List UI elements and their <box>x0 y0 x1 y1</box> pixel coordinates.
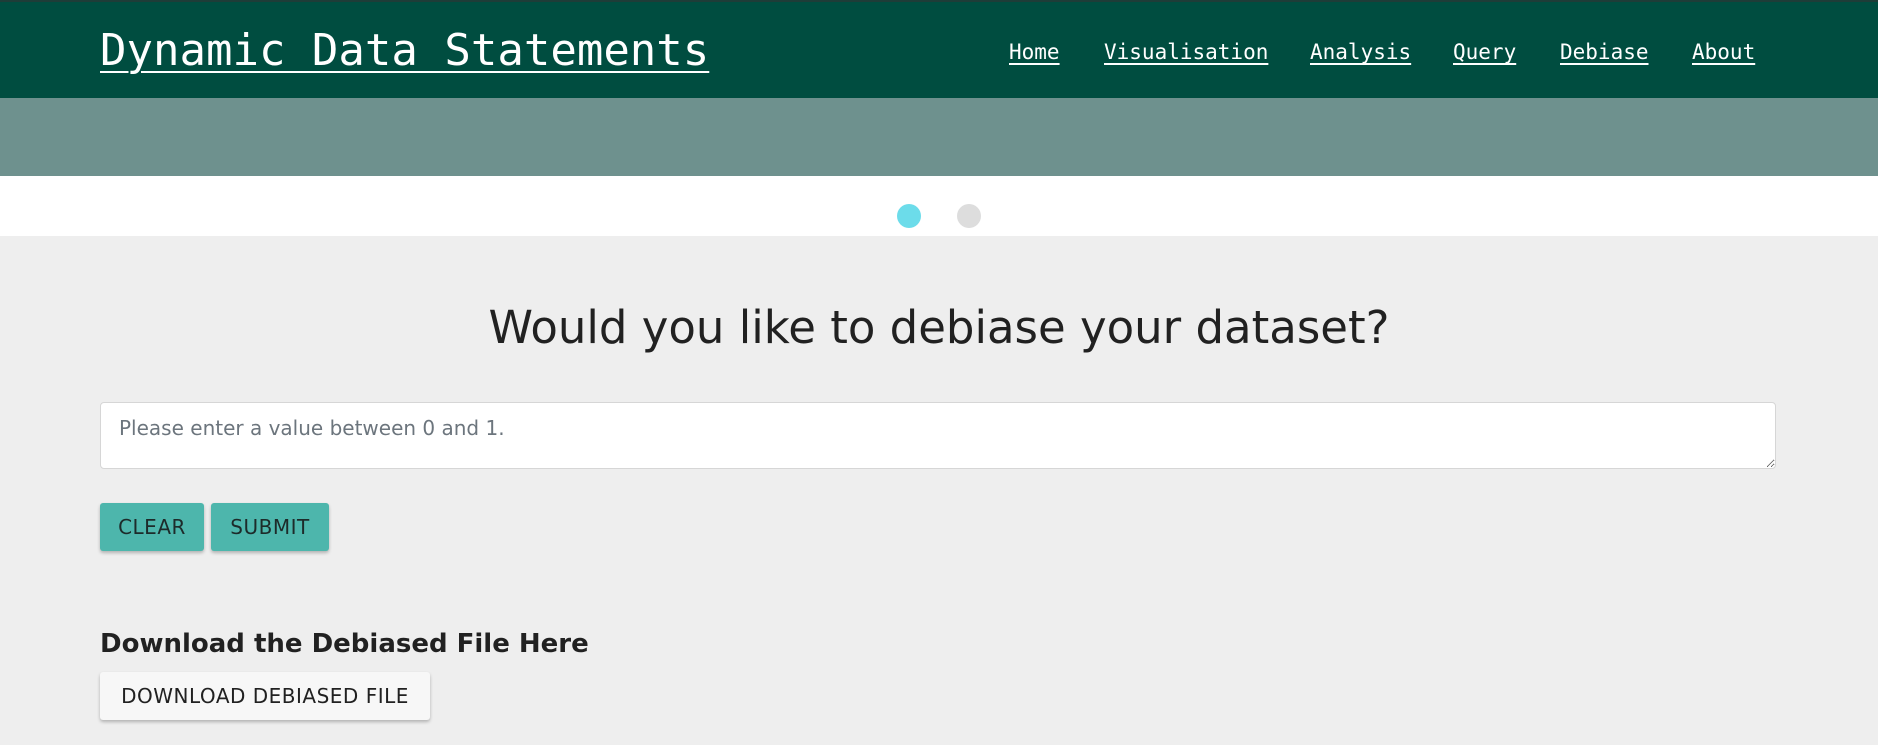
nav-link-about[interactable]: About <box>1692 38 1755 66</box>
nav-link-home[interactable]: Home <box>1009 38 1060 66</box>
page-heading: Would you like to debiase your dataset? <box>488 301 1390 354</box>
clear-button[interactable]: CLEAR <box>100 503 204 551</box>
download-debiased-file-button[interactable]: DOWNLOAD DEBIASED FILE <box>100 672 430 720</box>
nav-link-visualisation[interactable]: Visualisation <box>1104 38 1268 66</box>
nav-link-query[interactable]: Query <box>1453 38 1516 66</box>
carousel-dot-active[interactable] <box>897 204 921 228</box>
debias-value-input[interactable] <box>100 402 1776 469</box>
nav-links: Home Visualisation Analysis Query Debias… <box>0 38 1878 66</box>
download-section-title: Download the Debiased File Here <box>100 629 589 659</box>
top-navbar: Dynamic Data Statements Home Visualisati… <box>0 0 1878 98</box>
carousel-indicators <box>0 176 1878 236</box>
nav-link-debiase[interactable]: Debiase <box>1560 38 1649 66</box>
submit-button[interactable]: SUBMIT <box>211 503 329 551</box>
carousel-dot-inactive[interactable] <box>957 204 981 228</box>
nav-link-analysis[interactable]: Analysis <box>1310 38 1411 66</box>
carousel-banner <box>0 98 1878 176</box>
